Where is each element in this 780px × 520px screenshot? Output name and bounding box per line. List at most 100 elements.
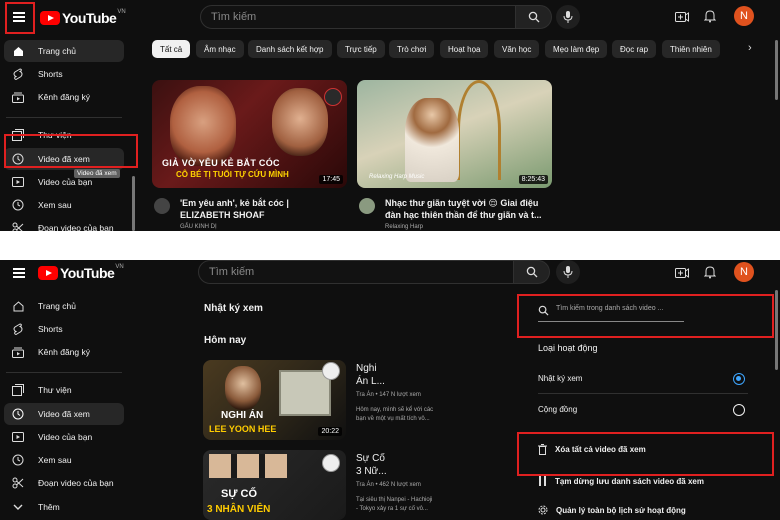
- video-channel-1[interactable]: GẤU KINH DỊ: [180, 224, 217, 230]
- mic-icon: [563, 266, 573, 278]
- sidebar-item-label: Xem sau: [38, 200, 72, 210]
- sidebar-scrollbar[interactable]: [132, 176, 135, 231]
- notifications-button[interactable]: [703, 265, 717, 284]
- thumb-computer: [279, 370, 331, 416]
- option-community[interactable]: Cộng đồng: [538, 405, 577, 414]
- avatar[interactable]: N: [734, 6, 754, 26]
- voice-search-button[interactable]: [556, 260, 580, 284]
- subscriptions-icon: [12, 91, 24, 103]
- history-title-line: Án L...: [356, 376, 385, 387]
- sidebar-item-shorts[interactable]: Shorts: [4, 63, 124, 85]
- sidebar-item-shorts[interactable]: Shorts: [4, 318, 124, 340]
- pause-history-button[interactable]: Tạm dừng lưu danh sách video đã xem: [538, 476, 704, 486]
- sidebar-item-label: Thêm: [38, 502, 60, 512]
- sidebar-item-history[interactable]: Video đã xem: [4, 403, 124, 425]
- sidebar-item-watch-later[interactable]: Xem sau: [4, 449, 124, 471]
- logo-region: VN: [117, 9, 126, 15]
- desc-line: Hôm nay, mình sẽ kể với các: [356, 407, 434, 413]
- search-input[interactable]: Tìm kiếm: [198, 260, 514, 284]
- video-thumbnail-2[interactable]: Relaxing Harp Music 8:25:43: [357, 80, 552, 188]
- channel-avatar-1[interactable]: [154, 198, 170, 214]
- video-title-2[interactable]: Nhạc thư giãn tuyệt vời 😌 Giai điệu đàn …: [385, 197, 555, 221]
- sidebar-item-watch-later[interactable]: Xem sau: [4, 194, 124, 216]
- history-meta-2: Tra Án • 462 N lượt xem: [356, 482, 421, 488]
- chip-animation[interactable]: Hoạt họa: [440, 40, 489, 58]
- sidebar-item-subscriptions[interactable]: Kênh đăng ký: [4, 341, 124, 363]
- separator: [0, 231, 780, 260]
- sidebar-item-home[interactable]: Trang chủ: [4, 40, 124, 62]
- channel-avatar[interactable]: [322, 454, 340, 472]
- search-input[interactable]: Tìm kiếm: [200, 5, 516, 29]
- page-scrollbar[interactable]: [775, 290, 778, 370]
- history-icon: [12, 408, 24, 420]
- voice-search-button[interactable]: [556, 5, 580, 29]
- thumb-harp: [457, 80, 501, 180]
- sidebar-item-clips[interactable]: Đoạn video của bạn: [4, 472, 124, 494]
- chip-beauty[interactable]: Mẹo làm đẹp: [545, 40, 608, 58]
- create-icon: [675, 12, 689, 22]
- history-title-2[interactable]: Sự Cố 3 Nữ...: [356, 452, 387, 478]
- sidebar-item-clips[interactable]: Đoạn video của bạn: [4, 217, 124, 231]
- pause-label: Tạm dừng lưu danh sách video đã xem: [555, 476, 704, 486]
- thumb-channel-badge: [324, 88, 342, 106]
- desc-line: bạn về một vụ mất tích vô...: [356, 416, 430, 422]
- shorts-icon: [12, 323, 24, 335]
- youtube-play-icon: [40, 11, 60, 25]
- manage-history-button[interactable]: Quản lý toàn bộ lịch sử hoạt động: [538, 505, 686, 515]
- page-scrollbar[interactable]: [775, 40, 778, 100]
- youtube-logo[interactable]: YouTube VN: [38, 264, 124, 281]
- sidebar-item-library[interactable]: Thư viện: [4, 379, 124, 401]
- video-title-1[interactable]: 'Em yêu anh', kẻ bắt cóc | ELIZABETH SHO…: [180, 197, 345, 221]
- sidebar-item-your-videos[interactable]: Video của bạn: [4, 171, 124, 193]
- chip-gaming[interactable]: Trò chơi: [389, 40, 435, 58]
- thumb-man-face: [272, 88, 328, 156]
- thumb-harpist: [405, 98, 459, 182]
- sidebar-item-label: Kênh đăng ký: [38, 92, 90, 102]
- sidebar-item-subscriptions[interactable]: Kênh đăng ký: [4, 86, 124, 108]
- chip-mixes[interactable]: Danh sách kết hợp: [248, 40, 332, 58]
- chip-all[interactable]: Tất cả: [152, 40, 191, 58]
- avatar[interactable]: N: [734, 262, 754, 282]
- create-button[interactable]: [675, 266, 689, 284]
- history-title-1[interactable]: Nghi Án L...: [356, 362, 385, 388]
- chip-literature[interactable]: Văn học: [494, 40, 540, 58]
- thumb-caption-1: NGHI ÁN: [221, 410, 264, 421]
- channel-avatar[interactable]: [322, 362, 340, 380]
- history-meta-1: Tra Án • 147 N lượt xem: [356, 392, 421, 398]
- search-icon: [528, 11, 539, 23]
- option-watch-history[interactable]: Nhật ký xem: [538, 374, 582, 383]
- search-button[interactable]: [514, 260, 550, 284]
- manage-label: Quản lý toàn bộ lịch sử hoạt động: [556, 505, 686, 515]
- sidebar-item-home[interactable]: Trang chủ: [4, 295, 124, 317]
- notifications-button[interactable]: [703, 9, 717, 28]
- chip-live[interactable]: Trực tiếp: [337, 40, 385, 58]
- youtube-logo[interactable]: YouTube VN: [40, 9, 126, 26]
- chevron-right-icon: ›: [748, 42, 752, 54]
- video-channel-2[interactable]: Relaxing Harp: [385, 224, 423, 230]
- thumb-caption-1: GIẢ VỜ YÊU KẺ BẮT CÓC: [162, 158, 280, 168]
- desc-line: Tại siêu thị Nanpei - Hachioji: [356, 497, 433, 503]
- create-button[interactable]: [675, 10, 689, 28]
- sidebar-item-label: Trang chủ: [38, 46, 76, 56]
- video-thumbnail-1[interactable]: GIẢ VỜ YÊU KẺ BẮT CÓC CÔ BÉ TỊ TUỔI TỰ C…: [152, 80, 347, 188]
- radio-community[interactable]: [733, 404, 745, 416]
- sidebar-item-more[interactable]: Thêm: [4, 496, 124, 518]
- video-title-line: đàn hạc thiên thần để thư giãn và t...: [385, 210, 542, 220]
- search-icon: [526, 266, 537, 278]
- subscriptions-icon: [12, 346, 24, 358]
- sidebar-item-your-videos[interactable]: Video của bạn: [4, 426, 124, 448]
- activity-type-heading: Loại hoạt động: [538, 343, 598, 353]
- logo-text: YouTube: [60, 265, 115, 281]
- radio-watch-history[interactable]: [733, 373, 745, 385]
- history-title-line: Sự Cố: [356, 453, 385, 464]
- chip-music[interactable]: Âm nhạc: [196, 40, 244, 58]
- sidebar-item-label: Shorts: [38, 69, 63, 79]
- chip-rap[interactable]: Đọc rap: [612, 40, 657, 58]
- menu-button[interactable]: [8, 262, 30, 284]
- search-button[interactable]: [516, 5, 552, 29]
- chips-next-button[interactable]: ›: [748, 42, 752, 54]
- mic-icon: [563, 11, 573, 23]
- chip-nature[interactable]: Thiên nhiên: [662, 40, 720, 58]
- channel-avatar-2[interactable]: [359, 198, 375, 214]
- sidebar-item-label: Kênh đăng ký: [38, 347, 90, 357]
